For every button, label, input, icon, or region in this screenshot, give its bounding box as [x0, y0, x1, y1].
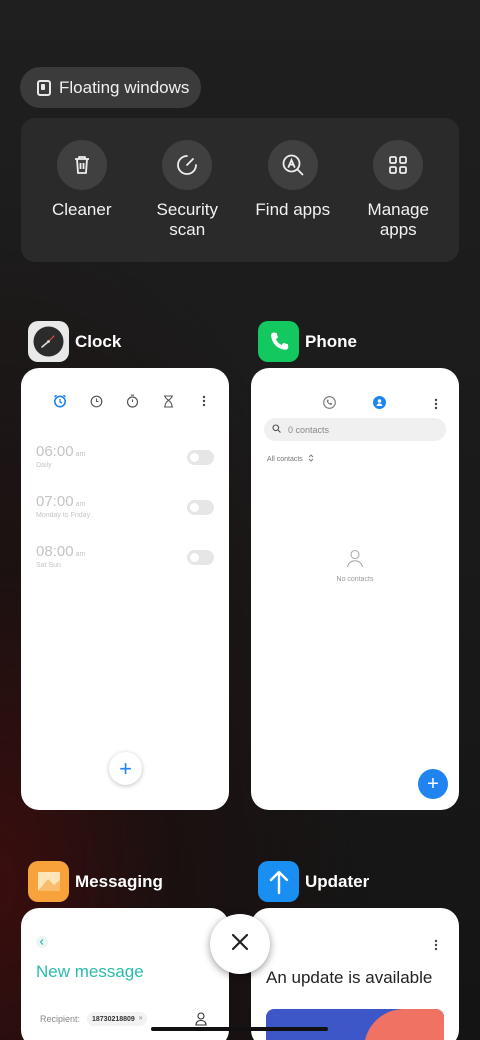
clock-app-icon	[28, 321, 69, 362]
back-icon[interactable]	[36, 935, 48, 953]
world-clock-tab-icon[interactable]	[89, 394, 103, 408]
clock-app-card[interactable]: 06:00 am Daily 07:00 am Monday to Friday 0…	[21, 368, 229, 810]
alarm-time: 08:00	[36, 543, 74, 560]
search-icon	[272, 424, 281, 435]
cleaner-label: Cleaner	[51, 200, 112, 219]
alarm-repeat: Sat Sun	[36, 562, 61, 569]
find-apps-icon	[267, 140, 318, 190]
shield-scan-icon	[162, 140, 213, 190]
clear-all-button[interactable]	[210, 914, 270, 974]
updater-app-header[interactable]: Updater	[258, 861, 369, 902]
updater-app-card[interactable]: An update is available	[251, 908, 459, 1040]
messaging-app-header[interactable]: Messaging	[28, 861, 163, 902]
alarm-row[interactable]: 07:00 am Monday to Friday	[36, 493, 214, 533]
alarm-row[interactable]: 06:00 am Daily	[36, 443, 214, 483]
updater-app-icon	[258, 861, 299, 902]
search-placeholder: 0 contacts	[288, 424, 330, 435]
find-apps-button[interactable]: Find apps	[243, 140, 343, 262]
phone-app-name: Phone	[305, 331, 357, 351]
recipient-label: Recipient:	[40, 1014, 81, 1024]
clock-app-name: Clock	[75, 331, 122, 351]
phone-app-header[interactable]: Phone	[258, 321, 357, 362]
floating-window-icon	[37, 79, 51, 96]
messaging-app-card[interactable]: New message Recipient: 18730218809 ×	[21, 908, 229, 1040]
add-alarm-button[interactable]: +	[109, 752, 142, 785]
alarm-row[interactable]: 08:00 am Sat Sun	[36, 543, 214, 583]
home-indicator[interactable]	[151, 1027, 328, 1031]
alarm-tab-icon[interactable]	[53, 394, 67, 408]
manage-apps-button[interactable]: Manage apps	[348, 140, 448, 262]
recipient-chip[interactable]: 18730218809 ×	[87, 1012, 148, 1026]
contacts-filter-dropdown[interactable]: All contacts	[267, 454, 314, 464]
more-options-icon[interactable]	[434, 397, 438, 415]
alarm-repeat: Daily	[36, 462, 52, 469]
close-icon	[231, 933, 249, 956]
grid-icon	[373, 140, 424, 190]
messaging-app-name: Messaging	[75, 871, 163, 891]
recipient-number: 18730218809	[92, 1015, 135, 1023]
contacts-tab-icon[interactable]	[373, 396, 386, 414]
update-banner-image	[266, 1009, 444, 1040]
stopwatch-tab-icon[interactable]	[125, 394, 139, 408]
trash-icon	[56, 140, 107, 190]
manage-apps-label: Manage apps	[367, 200, 429, 239]
alarm-toggle[interactable]	[187, 550, 214, 565]
empty-state-text: No contacts	[336, 576, 374, 583]
floating-windows-button[interactable]: Floating windows	[20, 67, 201, 108]
remove-recipient-icon[interactable]: ×	[139, 1016, 143, 1022]
alarm-ampm: am	[75, 451, 86, 458]
alarm-ampm: am	[75, 551, 86, 558]
alarm-time: 07:00	[36, 493, 74, 510]
floating-windows-label: Floating windows	[59, 77, 190, 97]
person-icon	[345, 548, 365, 573]
alarm-repeat: Monday to Friday	[36, 512, 91, 519]
security-scan-button[interactable]: Security scan	[137, 140, 237, 262]
clock-tabs	[21, 394, 229, 408]
timer-tab-icon[interactable]	[161, 394, 175, 408]
quick-actions-panel: Cleaner Security scan Find apps Manage a…	[21, 118, 459, 262]
cleaner-button[interactable]: Cleaner	[32, 140, 132, 262]
new-message-title: New message	[36, 962, 144, 981]
add-contact-button[interactable]: +	[418, 769, 448, 799]
empty-state: No contacts	[251, 548, 459, 583]
call-log-tab-icon[interactable]	[323, 396, 336, 414]
updater-app-name: Updater	[305, 871, 370, 891]
alarm-time: 06:00	[36, 443, 74, 460]
alarm-toggle[interactable]	[187, 500, 214, 515]
phone-app-icon	[258, 321, 299, 362]
phone-app-card[interactable]: 0 contacts All contacts No contacts +	[251, 368, 459, 810]
clock-app-header[interactable]: Clock	[28, 321, 121, 362]
find-apps-label: Find apps	[255, 200, 331, 219]
sort-chevron-icon	[308, 454, 314, 464]
contacts-search-input[interactable]: 0 contacts	[264, 418, 446, 441]
more-options-icon[interactable]	[434, 938, 438, 956]
security-scan-label: Security scan	[156, 200, 218, 239]
alarm-toggle[interactable]	[187, 450, 214, 465]
messaging-app-icon	[28, 861, 69, 902]
contacts-filter-label: All contacts	[267, 455, 303, 463]
more-options-icon[interactable]	[197, 394, 211, 408]
update-available-title: An update is available	[266, 968, 433, 987]
alarm-ampm: am	[75, 501, 86, 508]
